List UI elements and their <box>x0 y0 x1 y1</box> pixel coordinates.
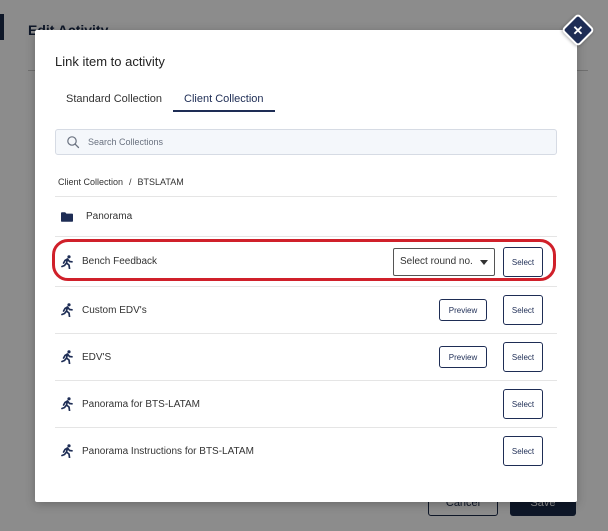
runner-icon <box>61 254 73 269</box>
list-item-panorama-instructions: Panorama Instructions for BTS-LATAM Sele… <box>55 427 557 474</box>
breadcrumb: Client Collection / BTSLATAM <box>58 177 184 187</box>
runner-icon <box>61 350 73 364</box>
select-button[interactable]: Select <box>503 436 543 466</box>
list-item-label: Custom EDV's <box>82 304 147 316</box>
collection-list: Panorama Bench Feedback Select round no.… <box>55 196 557 474</box>
breadcrumb-root[interactable]: Client Collection <box>58 177 123 187</box>
list-item-panorama[interactable]: Panorama <box>55 196 557 236</box>
runner-icon <box>61 397 73 411</box>
list-item-label: EDV'S <box>82 351 112 363</box>
runner-icon <box>61 444 73 458</box>
list-item-label: Panorama <box>86 211 133 222</box>
select-button[interactable]: Select <box>503 247 543 277</box>
list-item-label: Panorama for BTS-LATAM <box>82 398 200 410</box>
list-item-bench-feedback: Bench Feedback Select round no. Select <box>55 236 557 286</box>
list-item-edvs: EDV'S Preview Select <box>55 333 557 380</box>
list-item-label: Bench Feedback <box>82 256 158 267</box>
chevron-down-icon <box>480 259 488 265</box>
list-item-label: Panorama Instructions for BTS-LATAM <box>82 445 254 457</box>
modal-title: Link item to activity <box>55 54 165 69</box>
search-input[interactable] <box>88 137 508 147</box>
tab-client-collection[interactable]: Client Collection <box>173 88 275 112</box>
folder-icon <box>61 211 73 222</box>
select-button[interactable]: Select <box>503 389 543 419</box>
link-item-modal: Link item to activity Standard Collectio… <box>35 30 577 502</box>
runner-icon <box>61 303 73 317</box>
round-number-select[interactable]: Select round no. <box>393 247 495 276</box>
collection-tabs: Standard Collection Client Collection <box>55 88 275 112</box>
breadcrumb-separator: / <box>129 177 132 187</box>
select-button[interactable]: Select <box>503 295 543 325</box>
list-item-panorama-bts-latam: Panorama for BTS-LATAM Select <box>55 380 557 427</box>
round-select-value: Select round no. <box>400 256 473 267</box>
close-icon: ✕ <box>572 22 584 38</box>
preview-button[interactable]: Preview <box>439 346 487 368</box>
tab-standard-collection[interactable]: Standard Collection <box>55 88 173 112</box>
preview-button[interactable]: Preview <box>439 299 487 321</box>
list-item-custom-edvs: Custom EDV's Preview Select <box>55 286 557 333</box>
select-button[interactable]: Select <box>503 342 543 372</box>
search-box <box>55 129 557 155</box>
search-icon <box>67 136 80 149</box>
breadcrumb-current: BTSLATAM <box>137 177 184 187</box>
